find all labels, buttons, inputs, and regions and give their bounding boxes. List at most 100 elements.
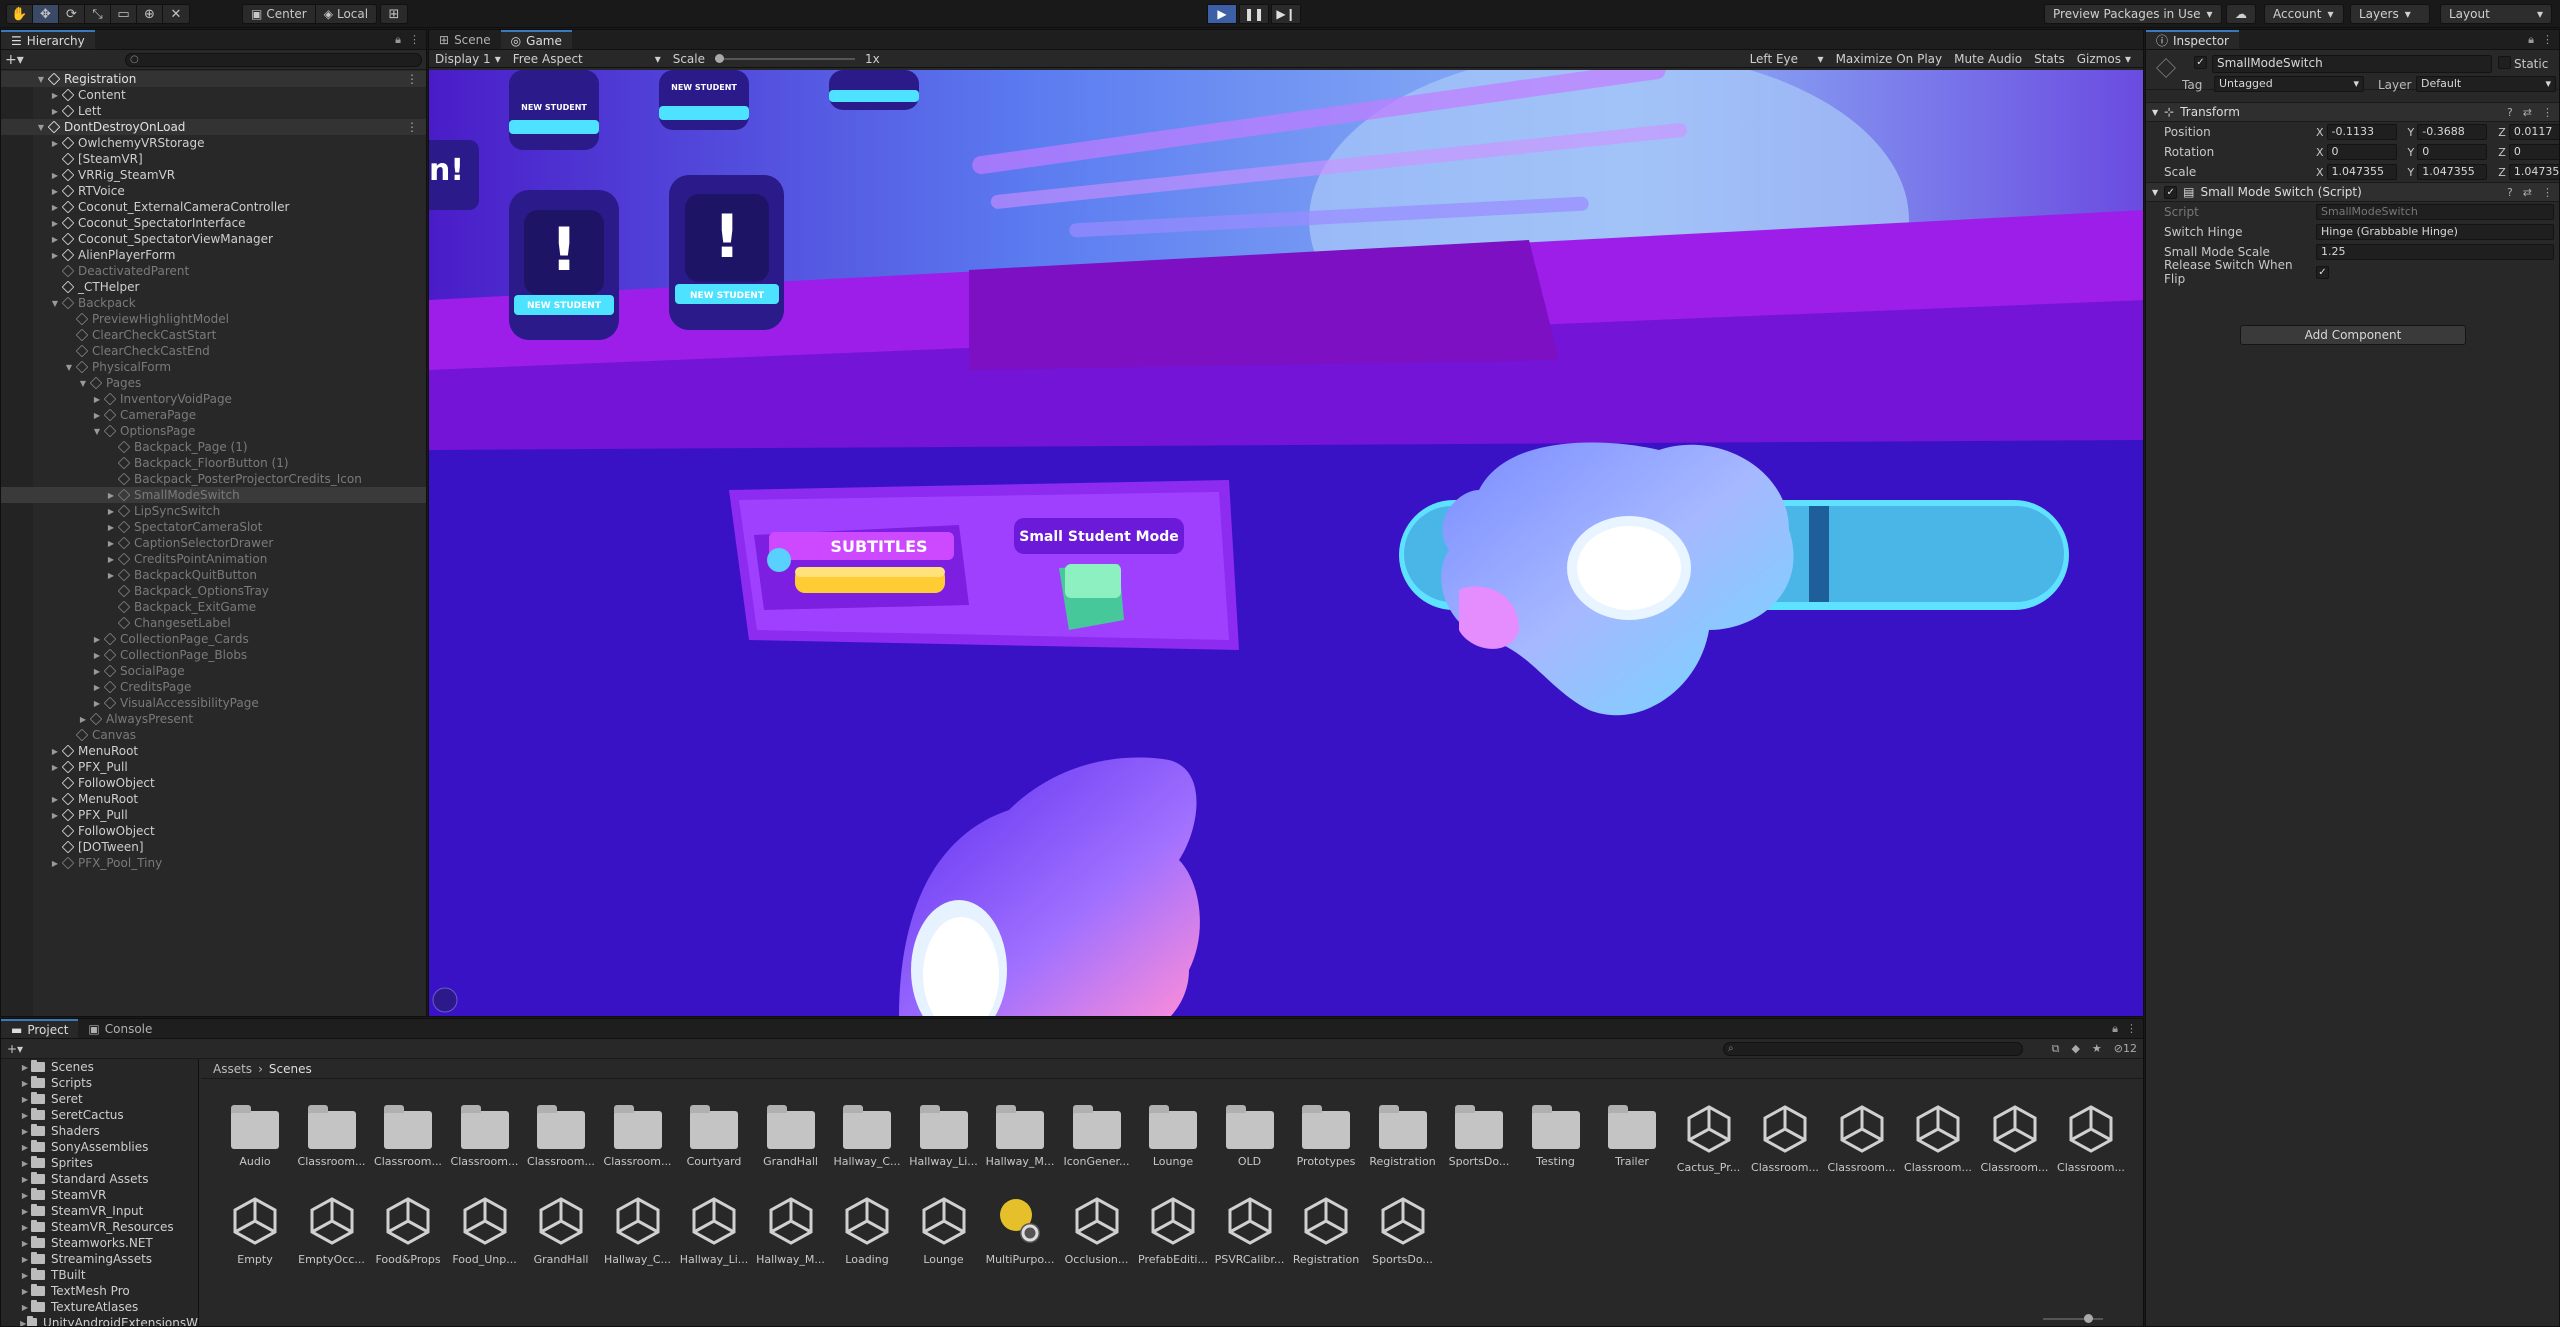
tab-console[interactable]: ▣ Console [78, 1019, 162, 1038]
chevron-right-icon[interactable]: ▶ [49, 91, 61, 100]
asset-scene[interactable]: Registration [1288, 1193, 1364, 1279]
hierarchy-row[interactable]: ▶ CaptionSelectorDrawer [1, 535, 426, 551]
hierarchy-row[interactable]: ▼ PhysicalForm [1, 359, 426, 375]
hierarchy-scene-row[interactable]: ▼ DontDestroyOnLoad ⋮ [1, 119, 426, 135]
hierarchy-row[interactable]: Backpack_PosterProjectorCredits_Icon [1, 471, 426, 487]
kebab-menu-icon[interactable]: ⋮ [409, 33, 420, 47]
chevron-right-icon[interactable]: ▶ [91, 635, 103, 644]
project-folder-row[interactable]: ▶ StreamingAssets [1, 1251, 198, 1267]
chevron-right-icon[interactable]: ▶ [91, 395, 103, 404]
hierarchy-row[interactable]: Canvas [1, 727, 426, 743]
chevron-right-icon[interactable]: ▶ [49, 139, 61, 148]
hierarchy-row[interactable]: [DOTween] [1, 839, 426, 855]
chevron-down-icon[interactable]: ▼ [49, 299, 61, 308]
hierarchy-row[interactable]: Backpack_ExitGame [1, 599, 426, 615]
hierarchy-row[interactable]: FollowObject [1, 775, 426, 791]
hierarchy-row[interactable]: ▶ Coconut_ExternalCameraController [1, 199, 426, 215]
lock-icon[interactable]: 🔒︎ [2112, 1022, 2118, 1036]
chevron-down-icon[interactable]: ▼ [77, 379, 89, 388]
add-object-button[interactable]: +▾ [5, 52, 25, 68]
chevron-right-icon[interactable]: ▶ [19, 1159, 31, 1168]
chevron-right-icon[interactable]: ▶ [49, 107, 61, 116]
hierarchy-row[interactable]: Backpack_OptionsTray [1, 583, 426, 599]
asset-scene[interactable]: Food_Unp... [447, 1193, 523, 1279]
project-folder-row[interactable]: ▶ SteamVR [1, 1187, 198, 1203]
project-folder-row[interactable]: ▶ SteamVR_Input [1, 1203, 198, 1219]
asset-folder[interactable]: OLD [1212, 1101, 1288, 1187]
chevron-right-icon[interactable]: ▶ [19, 1191, 31, 1200]
position-y-field[interactable]: -0.3688 [2417, 124, 2488, 140]
project-folder-row[interactable]: ▶ Shaders [1, 1123, 198, 1139]
scale-z-field[interactable]: 1.047355 [2508, 164, 2559, 180]
chevron-right-icon[interactable]: ▶ [105, 523, 117, 532]
gizmos-dropdown[interactable]: Gizmos ▾ [2071, 52, 2137, 66]
chevron-right-icon[interactable]: ▶ [105, 571, 117, 580]
chevron-right-icon[interactable]: ▶ [91, 667, 103, 676]
preset-icon[interactable]: ⇄ [2523, 186, 2532, 199]
chevron-down-icon[interactable]: ▼ [63, 363, 75, 372]
release-switch-checkbox[interactable]: ✓ [2316, 265, 2329, 279]
object-name-field[interactable]: SmallModeSwitch [2212, 55, 2492, 73]
asset-folder[interactable]: Classroom... [294, 1101, 370, 1187]
grid-snap-icon[interactable]: ⊞ [381, 5, 407, 23]
hidden-packages-icon[interactable]: ⊘12 [2114, 1042, 2137, 1056]
hierarchy-row[interactable]: ▶ VisualAccessibilityPage [1, 695, 426, 711]
switch-hinge-field[interactable]: Hinge (Grabbable Hinge) [2316, 224, 2554, 240]
hierarchy-row[interactable]: ClearCheckCastStart [1, 327, 426, 343]
hierarchy-row[interactable]: ▶ CreditsPointAnimation [1, 551, 426, 567]
hierarchy-row[interactable]: ▶ CollectionPage_Cards [1, 631, 426, 647]
aspect-dropdown[interactable]: Free Aspect ▾ [507, 52, 667, 66]
asset-folder[interactable]: Trailer [1594, 1101, 1670, 1187]
rotation-y-field[interactable]: 0 [2417, 144, 2488, 160]
asset-scene[interactable]: Cactus_Pr... [1671, 1101, 1747, 1187]
scale-tool-icon[interactable]: ⤡ [85, 5, 111, 23]
chevron-right-icon[interactable]: ▶ [19, 1303, 31, 1312]
hierarchy-row[interactable]: ▶ RTVoice [1, 183, 426, 199]
project-folder-row[interactable]: ▶ Seret [1, 1091, 198, 1107]
static-checkbox[interactable] [2498, 56, 2511, 69]
lock-icon[interactable]: 🔒︎ [2528, 33, 2534, 47]
project-search-input[interactable]: ⌕ [1723, 1041, 2023, 1056]
scale-x-field[interactable]: 1.047355 [2326, 164, 2397, 180]
asset-scene[interactable]: Classroom... [2053, 1101, 2129, 1187]
pivot-center-button[interactable]: ▣ Center [243, 5, 316, 23]
asset-folder[interactable]: Classroom... [447, 1101, 523, 1187]
layer-dropdown[interactable]: Default ▾ [2416, 76, 2556, 92]
asset-folder[interactable]: SportsDo... [1441, 1101, 1517, 1187]
chevron-right-icon[interactable]: ▶ [49, 187, 61, 196]
hierarchy-row[interactable]: ▶ AlwaysPresent [1, 711, 426, 727]
hierarchy-row[interactable]: ▶ SmallModeSwitch [1, 487, 426, 503]
rect-tool-icon[interactable]: ▭ [111, 5, 137, 23]
game-viewport[interactable]: ! NEW STUDENT ! NEW STUDENT NEW STUDENT … [429, 70, 2143, 1016]
chevron-right-icon[interactable]: ▶ [19, 1063, 31, 1072]
project-folder-row[interactable]: ▶ Scenes [1, 1059, 198, 1075]
transform-tool-icon[interactable]: ⊕ [137, 5, 163, 23]
chevron-right-icon[interactable]: ▶ [49, 219, 61, 228]
tag-dropdown[interactable]: Untagged ▾ [2214, 76, 2364, 92]
asset-folder[interactable]: Hallway_M... [982, 1101, 1058, 1187]
kebab-menu-icon[interactable]: ⋮ [2126, 1022, 2137, 1036]
hierarchy-row[interactable]: ▶ MenuRoot [1, 791, 426, 807]
asset-scene[interactable]: MultiPurpo... [982, 1193, 1058, 1279]
layers-dropdown[interactable]: Layers ▾ [2350, 4, 2430, 24]
hierarchy-row[interactable]: ▶ Coconut_SpectatorInterface [1, 215, 426, 231]
hierarchy-row[interactable]: ▶ OwlchemyVRStorage [1, 135, 426, 151]
asset-scene[interactable]: GrandHall [523, 1193, 599, 1279]
lock-icon[interactable]: 🔒︎ [395, 33, 401, 47]
scale-slider[interactable] [715, 53, 856, 63]
pause-button[interactable]: ❚❚ [1239, 4, 1269, 24]
hand-tool-icon[interactable]: ✋ [7, 5, 33, 23]
asset-folder[interactable]: Classroom... [370, 1101, 446, 1187]
asset-scene[interactable]: Occlusion... [1059, 1193, 1135, 1279]
chevron-right-icon[interactable]: ▶ [91, 699, 103, 708]
asset-scene[interactable]: Hallway_M... [753, 1193, 829, 1279]
kebab-menu-icon[interactable]: ⋮ [2542, 106, 2553, 119]
add-component-button[interactable]: Add Component [2240, 325, 2466, 345]
custom-tool-icon[interactable]: ✕ [163, 5, 189, 23]
rotation-z-field[interactable]: 0 [2508, 144, 2559, 160]
project-folder-row[interactable]: ▶ SonyAssemblies [1, 1139, 198, 1155]
project-folder-row[interactable]: ▶ SteamVR_Resources [1, 1219, 198, 1235]
asset-scene[interactable]: Loading [829, 1193, 905, 1279]
chevron-right-icon[interactable]: ▶ [77, 715, 89, 724]
chevron-right-icon[interactable]: ▶ [105, 555, 117, 564]
